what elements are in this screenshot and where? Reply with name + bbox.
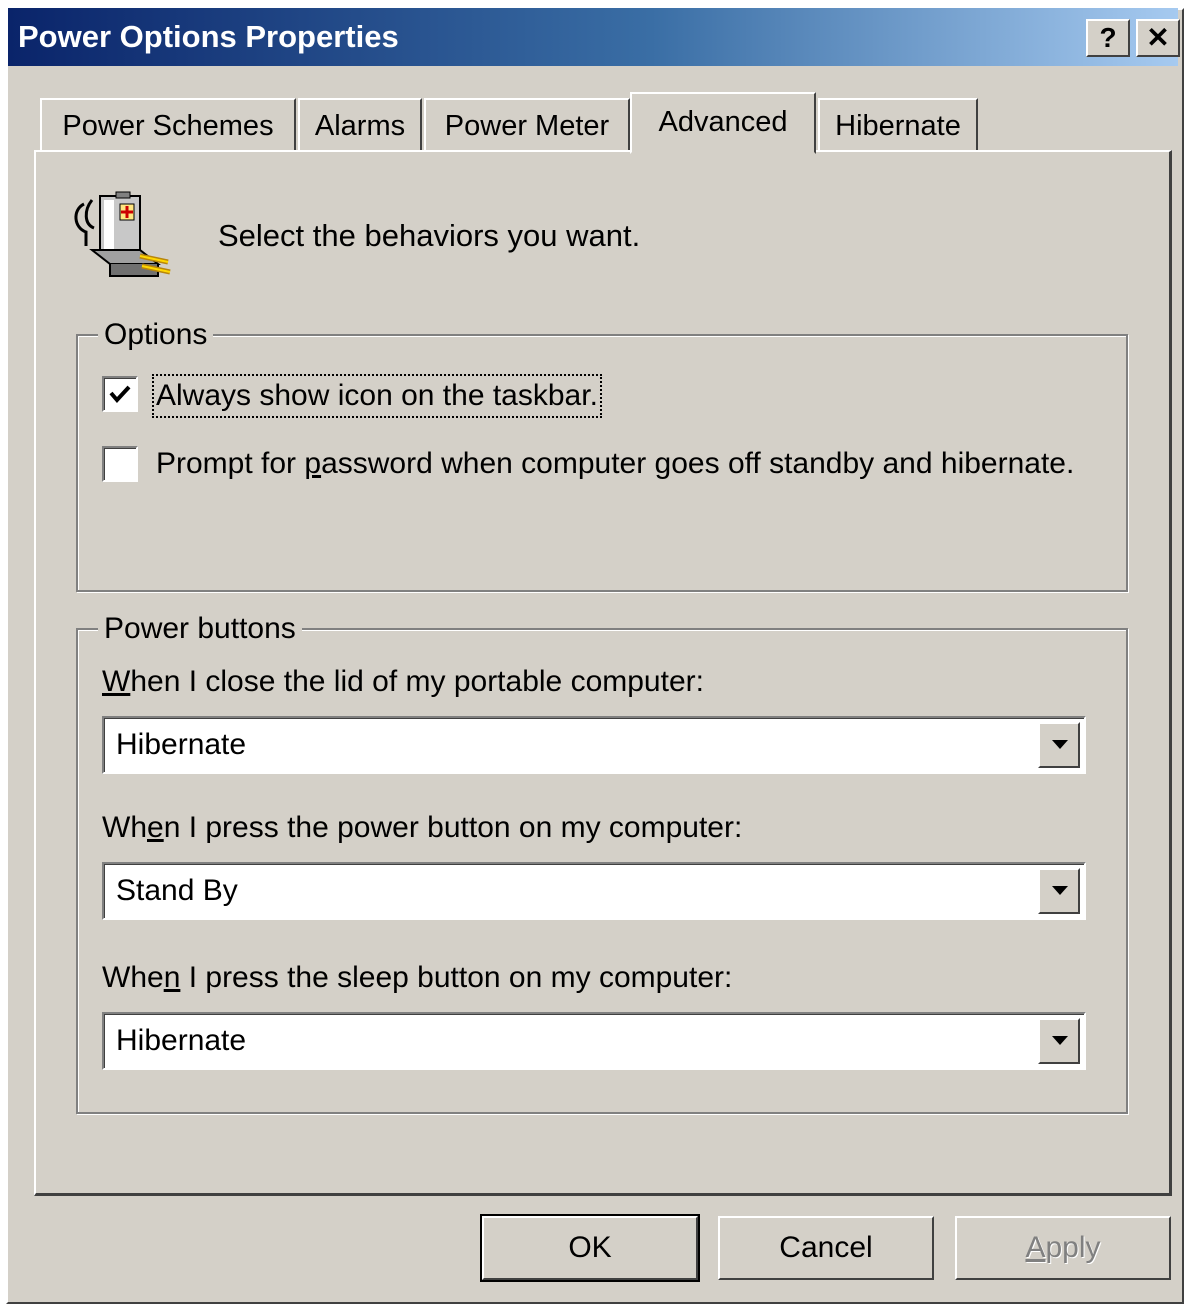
tab-alarms[interactable]: Alarms: [298, 98, 422, 152]
help-button[interactable]: ?: [1086, 19, 1130, 57]
accelerator-key: e: [147, 811, 164, 844]
lid-action-label: When I close the lid of my portable comp…: [102, 662, 704, 702]
accelerator-key: p: [304, 447, 322, 480]
label-part: Wh: [102, 811, 147, 844]
label-part: Prompt for: [156, 447, 305, 480]
chevron-down-icon: [1052, 740, 1068, 749]
prompt-password-checkbox[interactable]: [102, 446, 138, 482]
always-show-icon-label[interactable]: Always show icon on the taskbar.: [152, 374, 602, 418]
window-title: Power Options Properties: [18, 19, 399, 54]
chevron-down-icon: [1052, 886, 1068, 895]
label-part: Whe: [102, 961, 164, 994]
apply-button[interactable]: Apply: [955, 1216, 1171, 1280]
dropdown-arrow-button[interactable]: [1038, 868, 1080, 914]
accelerator-key: n: [163, 961, 181, 994]
dropdown-arrow-button[interactable]: [1038, 722, 1080, 768]
tab-hibernate[interactable]: Hibernate: [818, 98, 978, 152]
label-part: assword when computer goes off standby a…: [321, 447, 1075, 480]
tab-advanced[interactable]: Advanced: [630, 92, 816, 154]
header-instruction: Select the behaviors you want.: [218, 218, 641, 253]
tab-power-schemes[interactable]: Power Schemes: [40, 98, 296, 152]
label-part: n I press the power button on my compute…: [163, 811, 743, 844]
checkmark-icon: [109, 385, 131, 404]
lid-action-select[interactable]: Hibernate: [102, 716, 1086, 774]
ok-button[interactable]: OK: [480, 1214, 700, 1282]
dropdown-arrow-button[interactable]: [1038, 1018, 1080, 1064]
label-part: pply: [1045, 1231, 1101, 1264]
cancel-button[interactable]: Cancel: [718, 1216, 934, 1280]
accelerator-key: W: [102, 665, 131, 698]
close-button[interactable]: ✕: [1136, 19, 1180, 57]
label-part: hen I close the lid of my portable compu…: [130, 665, 704, 698]
power-plug-battery-icon: [74, 191, 171, 277]
title-bar[interactable]: Power Options Properties ? ✕: [8, 8, 1180, 66]
lid-action-value: Hibernate: [116, 728, 247, 761]
options-group-title: Options: [98, 316, 214, 354]
sleep-button-action-select[interactable]: Hibernate: [102, 1012, 1086, 1070]
prompt-password-label[interactable]: Prompt for password when computer goes o…: [156, 444, 1074, 484]
always-show-icon-checkbox[interactable]: [102, 376, 138, 412]
accelerator-key: A: [1025, 1231, 1046, 1264]
power-buttons-group-title: Power buttons: [98, 610, 302, 648]
sleep-button-action-label: When I press the sleep button on my comp…: [102, 958, 732, 998]
power-button-action-value: Stand By: [116, 874, 238, 907]
label-part: I press the sleep button on my computer:: [180, 961, 733, 994]
tab-power-meter[interactable]: Power Meter: [424, 98, 630, 152]
power-button-action-label: When I press the power button on my comp…: [102, 808, 742, 848]
sleep-button-action-value: Hibernate: [116, 1024, 247, 1057]
power-button-action-select[interactable]: Stand By: [102, 862, 1086, 920]
chevron-down-icon: [1052, 1036, 1068, 1045]
